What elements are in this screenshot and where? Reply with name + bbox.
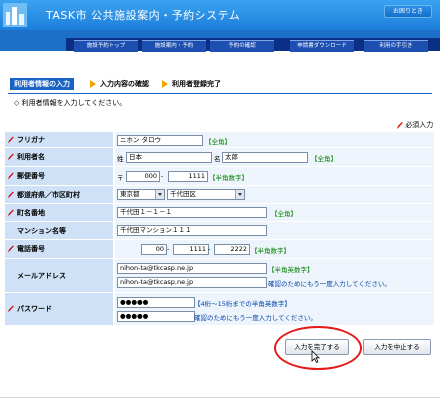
step-confirm: 入力内容の確認	[100, 80, 149, 88]
password-note: 【4桁～15桁までの半角英数字】	[194, 300, 291, 308]
row-email: メールアドレス nihon-ta@tkcasp.ne.jp 【半角英数字】 ni…	[5, 259, 434, 293]
postal-separator: -	[161, 172, 164, 180]
step-input: 利用者情報の入力	[10, 78, 74, 90]
step-arrow-icon	[90, 80, 96, 88]
instruction-text: ◇ 利用者情報を入力してください。	[14, 99, 127, 107]
row-prefecture-city: 都道府県／市区町村 東京都 千代田区	[5, 186, 434, 204]
label-postal-code: 郵便番号	[17, 172, 45, 180]
required-legend: 必須入力	[396, 120, 433, 130]
footer-divider	[0, 397, 440, 398]
required-pen-icon	[8, 191, 14, 198]
tab-user-guide[interactable]: 利用の手引き	[364, 40, 428, 52]
tab-reservation-check[interactable]: 予約の確認	[210, 40, 274, 52]
row-postal-code: 郵便番号 〒 000 - 1111 【半角数字】	[5, 167, 434, 186]
label-password: パスワード	[17, 305, 52, 313]
password-confirm-note: 確認のためにもう一度入力してください。	[194, 314, 317, 322]
required-pen-icon	[8, 305, 14, 313]
postal-code-2-input[interactable]: 1111	[168, 171, 208, 182]
divider	[8, 93, 432, 94]
row-furigana: フリガナ ニホン タロウ 【全角】	[5, 132, 434, 148]
cancel-input-button[interactable]: 入力を中止する	[363, 339, 431, 355]
building-name-input[interactable]: 千代田マンション１１１	[117, 225, 267, 236]
mei-label: 名	[214, 155, 221, 163]
label-user-name: 利用者名	[17, 153, 45, 161]
name-note: 【全角】	[311, 155, 337, 163]
required-pen-icon	[8, 153, 14, 161]
label-furigana: フリガナ	[17, 135, 45, 144]
phone-note: 【半角数字】	[251, 247, 290, 255]
row-phone: 電話番号 00 - 1111 - 2222 【半角数字】	[5, 240, 434, 259]
progress-steps: 利用者情報の入力 入力内容の確認 利用者登録完了	[10, 78, 310, 91]
sei-label: 姓	[117, 155, 124, 163]
email-input[interactable]: nihon-ta@tkcasp.ne.jp	[117, 263, 267, 274]
phone-separator: -	[167, 245, 170, 253]
help-button[interactable]: お困りとき	[384, 5, 432, 18]
phone-1-input[interactable]: 00	[141, 244, 167, 255]
label-street-address: 町名番地	[17, 208, 45, 217]
phone-3-input[interactable]: 2222	[214, 244, 250, 255]
phone-separator: -	[208, 245, 211, 253]
chevron-down-icon	[155, 190, 164, 199]
mouse-cursor-icon	[311, 350, 320, 363]
row-user-name: 利用者名 姓 日本 名 太郎 【全角】	[5, 148, 434, 167]
app-title: TASK市 公共施設案内・予約システム	[46, 9, 241, 22]
postal-code-1-input[interactable]: 000	[126, 171, 160, 182]
city-logo-icon	[3, 3, 27, 27]
required-pen-icon	[8, 209, 14, 216]
label-phone: 電話番号	[17, 245, 45, 253]
email-confirm-note: 確認のためにもう一度入力してください。	[268, 280, 391, 288]
row-building-name: マンション名等 千代田マンション１１１	[5, 222, 434, 240]
postal-mark: 〒	[117, 174, 124, 182]
label-prefecture-city: 都道府県／市区町村	[17, 190, 80, 199]
required-pen-icon	[8, 172, 14, 180]
tab-facility-info[interactable]: 施設案内・予約	[142, 40, 206, 52]
tab-download-forms[interactable]: 申請書ダウンロード	[290, 40, 354, 52]
street-note: 【全角】	[271, 210, 297, 218]
city-select[interactable]: 千代田区	[167, 189, 245, 200]
chevron-down-icon	[235, 190, 244, 199]
tab-reservation-top[interactable]: 施設予約トップ	[74, 40, 138, 52]
furigana-note: 【全角】	[205, 138, 231, 146]
row-password: パスワード ●●●●● 【4桁～15桁までの半角英数字】 ●●●●● 確認のため…	[5, 293, 434, 326]
password-input[interactable]: ●●●●●	[117, 297, 195, 308]
street-address-input[interactable]: 千代田１－１－１	[117, 207, 267, 218]
postal-note: 【半角数字】	[209, 174, 248, 182]
phone-2-input[interactable]: 1111	[173, 244, 209, 255]
email-note: 【半角英数字】	[268, 266, 314, 274]
step-arrow-icon	[162, 80, 168, 88]
first-name-input[interactable]: 太郎	[222, 152, 308, 163]
email-confirm-input[interactable]: nihon-ta@tkcasp.ne.jp	[117, 277, 267, 288]
required-label: 必須入力	[405, 121, 434, 129]
prefecture-select[interactable]: 東京都	[117, 189, 165, 200]
step-complete: 利用者登録完了	[172, 80, 221, 88]
furigana-input[interactable]: ニホン タロウ	[117, 135, 203, 146]
required-pen-icon	[8, 245, 14, 253]
label-email: メールアドレス	[17, 271, 66, 280]
password-confirm-input[interactable]: ●●●●●	[117, 311, 195, 322]
row-street-address: 町名番地 千代田１－１－１ 【全角】	[5, 204, 434, 222]
last-name-input[interactable]: 日本	[126, 152, 212, 163]
label-building-name: マンション名等	[17, 226, 66, 235]
required-pen-icon	[8, 136, 14, 143]
required-pen-icon	[397, 121, 403, 129]
